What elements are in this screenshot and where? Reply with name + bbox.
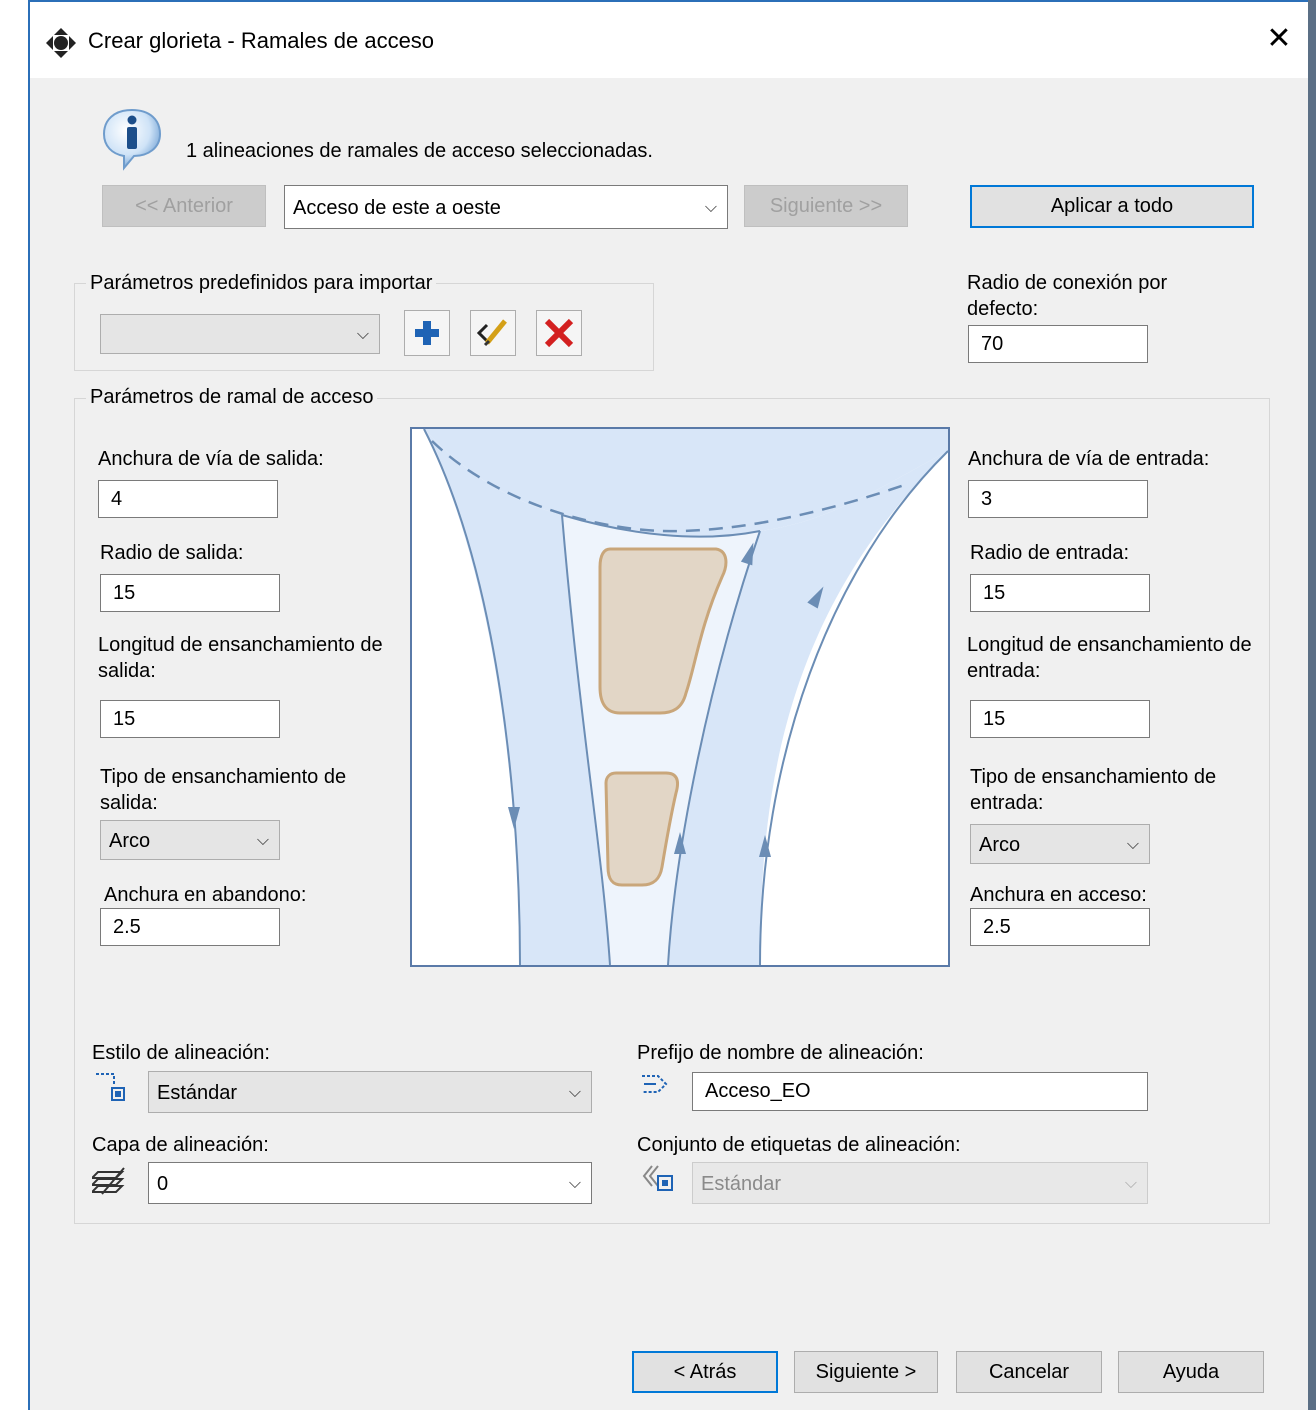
alignment-layer-label: Capa de alineación: [92, 1134, 269, 1156]
exit-width-input[interactable] [98, 480, 278, 518]
exit-radius-input[interactable] [100, 574, 280, 612]
edit-icon [476, 319, 507, 347]
next-button[interactable]: Siguiente > [794, 1351, 938, 1393]
add-icon [415, 321, 439, 345]
presets-group-title: Parámetros predefinidos para importar [86, 272, 437, 295]
alignment-labelset-label: Conjunto de etiquetas de alineación: [637, 1134, 961, 1156]
entry-flare-type-select[interactable]: Arco ⌵ [970, 824, 1150, 864]
help-button[interactable]: Ayuda [1118, 1351, 1264, 1393]
ramal-params-group-title: Parámetros de ramal de acceso [86, 386, 378, 409]
alignment-prefix-input[interactable] [692, 1072, 1148, 1111]
entry-width-label: Anchura de vía de entrada: [968, 448, 1210, 470]
access-width-input[interactable] [970, 908, 1150, 946]
label-set-icon [642, 1165, 673, 1191]
connection-radius-input[interactable] [968, 325, 1148, 363]
presets-select[interactable]: ⌵ [100, 314, 380, 354]
close-icon[interactable]: ✕ [1262, 22, 1296, 56]
entry-radius-label: Radio de entrada: [970, 542, 1130, 564]
access-ramal-diagram [410, 427, 950, 967]
entry-flare-type-value: Arco [979, 834, 1021, 856]
chevron-down-icon: ⌵ [1126, 836, 1139, 853]
abandon-width-label: Anchura en abandono: [104, 884, 307, 906]
connection-radius-label: Radio de conexión por defecto: [967, 272, 1168, 320]
chevron-down-icon: ⌵ [356, 326, 369, 343]
alignment-name-icon [642, 1075, 668, 1093]
alignment-style-select[interactable]: Estándar ⌵ [148, 1071, 592, 1113]
alignment-labelset-select[interactable]: Estándar ⌵ [692, 1162, 1148, 1204]
layers-icon [92, 1167, 125, 1195]
apply-all-button[interactable]: Aplicar a todo [970, 185, 1254, 228]
exit-flare-length-input[interactable] [100, 700, 280, 738]
alignment-layer-select[interactable]: 0 ⌵ [148, 1162, 592, 1204]
alignment-style-value: Estándar [157, 1082, 238, 1104]
info-message: 1 alineaciones de ramales de acceso sele… [186, 140, 653, 162]
chevron-down-icon: ⌵ [256, 832, 269, 849]
alignment-prefix-label: Prefijo de nombre de alineación: [637, 1042, 924, 1064]
entry-flare-length-label: Longitud de ensanchamiento de entrada: [967, 634, 1252, 682]
exit-radius-label: Radio de salida: [100, 542, 244, 564]
entry-flare-length-input[interactable] [970, 700, 1150, 738]
exit-flare-type-value: Arco [109, 830, 151, 852]
access-select-value: Acceso de este a oeste [293, 197, 501, 219]
previous-button[interactable]: << Anterior [102, 185, 266, 227]
entry-width-input[interactable] [968, 480, 1148, 518]
exit-flare-type-select[interactable]: Arco ⌵ [100, 820, 280, 860]
delete-preset-button[interactable] [536, 310, 582, 356]
exit-width-label: Anchura de vía de salida: [98, 448, 324, 470]
background-window-edge [1308, 0, 1316, 1410]
alignment-style-label: Estilo de alineación: [92, 1042, 270, 1064]
alignment-layer-value: 0 [157, 1173, 169, 1195]
chevron-down-icon: ⌵ [1124, 1175, 1137, 1192]
chevron-down-icon: ⌵ [704, 199, 717, 216]
chevron-down-icon: ⌵ [568, 1175, 581, 1192]
abandon-width-input[interactable] [100, 908, 280, 946]
roundabout-icon [46, 28, 76, 58]
add-preset-button[interactable] [404, 310, 450, 356]
entry-radius-input[interactable] [970, 574, 1150, 612]
alignment-style-icon [96, 1073, 125, 1101]
exit-flare-length-label: Longitud de ensanchamiento de salida: [98, 634, 383, 682]
next-access-button[interactable]: Siguiente >> [744, 185, 908, 227]
cancel-button[interactable]: Cancelar [956, 1351, 1102, 1393]
window-title: Crear glorieta - Ramales de acceso [88, 28, 435, 53]
info-icon [102, 108, 162, 171]
chevron-down-icon: ⌵ [568, 1084, 581, 1101]
back-button[interactable]: < Atrás [632, 1351, 778, 1393]
exit-flare-type-label: Tipo de ensanchamiento de salida: [100, 766, 347, 814]
alignment-labelset-value: Estándar [701, 1173, 782, 1195]
access-width-label: Anchura en acceso: [970, 884, 1147, 906]
entry-flare-type-label: Tipo de ensanchamiento de entrada: [970, 766, 1217, 814]
access-select[interactable]: Acceso de este a oeste ⌵ [284, 185, 728, 229]
edit-preset-button[interactable] [470, 310, 516, 356]
delete-icon [544, 318, 574, 348]
